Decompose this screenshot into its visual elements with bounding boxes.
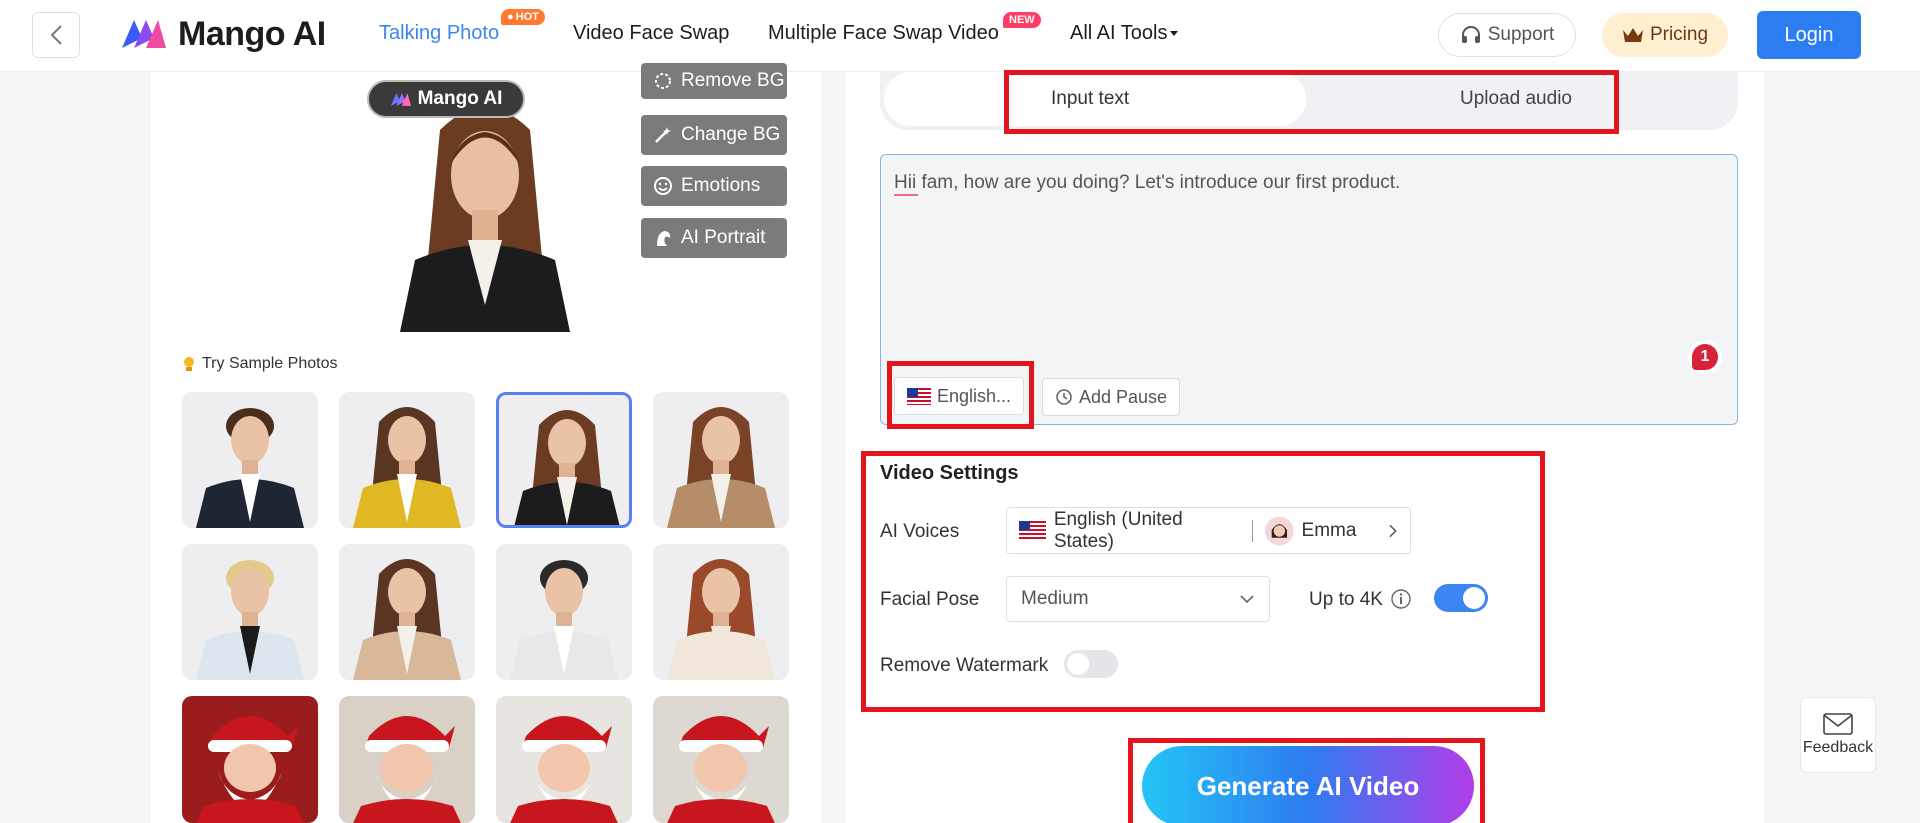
sample-photo[interactable] [496, 696, 632, 823]
sample-photo[interactable] [496, 544, 632, 680]
portrait-icon [657, 231, 671, 246]
smiley-icon [654, 177, 672, 195]
mail-icon [1823, 713, 1853, 735]
preview-image [380, 90, 590, 332]
chevron-left-icon [50, 25, 62, 45]
remove-bg-button[interactable]: Remove BG [641, 63, 787, 99]
lightbulb-icon [184, 357, 194, 371]
highlight-box-generate [1128, 738, 1485, 823]
logo[interactable]: Mango AI [120, 14, 326, 54]
ai-portrait-button[interactable]: AI Portrait [641, 218, 787, 258]
highlight-box-video-settings [861, 451, 1545, 712]
emotions-button[interactable]: Emotions [641, 166, 787, 206]
new-badge: NEW [1003, 12, 1041, 28]
sample-photo[interactable] [182, 392, 318, 528]
crown-icon [1622, 28, 1643, 42]
spellcheck-underline [894, 194, 918, 196]
nav-multiple-face-swap[interactable]: Multiple Face Swap Video [768, 22, 999, 45]
caret-down-icon [1170, 31, 1179, 37]
hot-badge: ● HOT [501, 9, 545, 25]
back-button[interactable] [32, 12, 80, 58]
sample-photo[interactable] [496, 392, 632, 528]
nav-all-ai-tools[interactable]: All AI Tools [1070, 22, 1179, 45]
sample-photo[interactable] [653, 696, 789, 823]
watermark-chip: Mango AI [367, 80, 525, 118]
headset-icon [1461, 26, 1480, 43]
sample-photo[interactable] [339, 696, 475, 823]
clock-icon [1056, 389, 1072, 405]
sample-photo[interactable] [653, 544, 789, 680]
sample-photo[interactable] [339, 544, 475, 680]
remove-bg-icon [655, 73, 671, 89]
add-pause-button[interactable]: Add Pause [1042, 378, 1181, 416]
pricing-button[interactable]: Pricing [1602, 13, 1728, 57]
highlight-box-tabs [1004, 70, 1619, 134]
sample-photos-label: Try Sample Photos [182, 355, 337, 373]
support-button[interactable]: Support [1438, 13, 1576, 57]
sample-photo[interactable] [653, 392, 789, 528]
mango-logo-icon [390, 92, 411, 106]
nav-video-face-swap[interactable]: Video Face Swap [573, 22, 729, 45]
nav-talking-photo[interactable]: Talking Photo [379, 22, 499, 45]
mango-logo-icon [122, 20, 166, 48]
notification-badge[interactable]: 1 [1688, 340, 1722, 374]
sample-photo[interactable] [339, 392, 475, 528]
flame-icon: ● [507, 11, 514, 23]
logo-text: Mango AI [178, 14, 326, 53]
magic-wand-icon [655, 127, 671, 143]
sample-photo[interactable] [182, 696, 318, 823]
sample-photo[interactable] [182, 544, 318, 680]
script-text: Hii fam, how are you doing? Let's introd… [894, 172, 1401, 193]
feedback-button[interactable]: Feedback [1800, 697, 1876, 773]
change-bg-button[interactable]: Change BG [641, 115, 787, 155]
highlight-box-language [887, 361, 1034, 429]
login-button[interactable]: Login [1757, 11, 1861, 59]
